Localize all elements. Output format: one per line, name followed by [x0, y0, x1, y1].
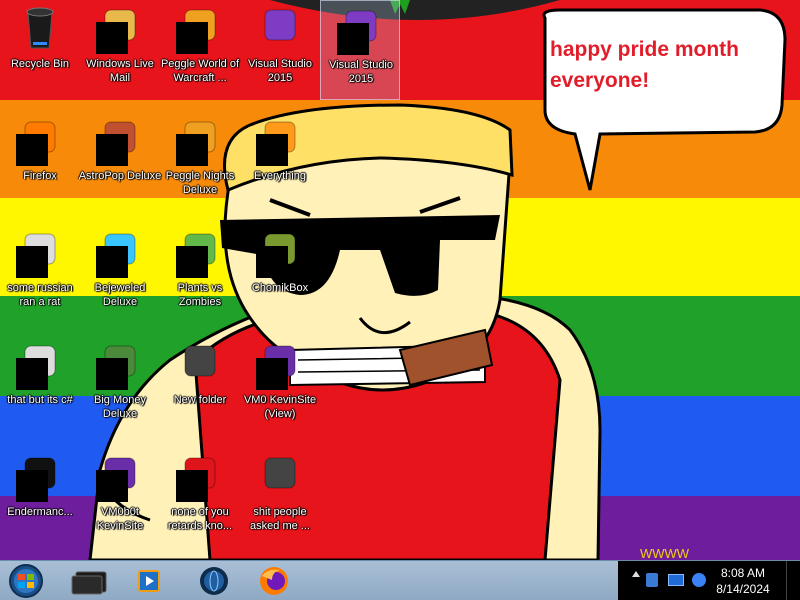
firefox-icon [260, 567, 288, 595]
desktop-icon-label: Firefox [23, 170, 57, 182]
show-hidden-icons-arrow-icon[interactable] [632, 571, 640, 577]
desktop-icon-label: Plants vs Zombies [177, 282, 223, 308]
desktop-icon-label: none of you retards kno... [167, 506, 233, 532]
desktop-icon[interactable]: shit people asked me ... [240, 448, 320, 548]
desktop-icon[interactable]: Firefox [0, 112, 80, 212]
desktop-icon[interactable]: none of you retards kno... [160, 448, 240, 548]
redaction-box [176, 22, 208, 54]
folder-icon [181, 342, 219, 380]
redaction-box [96, 358, 128, 390]
desktop-icon-label: that but its c# [7, 394, 73, 406]
desktop-icon[interactable]: ChomikBox [240, 224, 320, 324]
desktop-icon[interactable]: VM0 KevinSite (View) [240, 336, 320, 436]
redaction-box [16, 470, 48, 502]
desktop-icon-label: Recycle Bin [10, 58, 70, 70]
redaction-box [96, 134, 128, 166]
redaction-box [16, 358, 48, 390]
desktop-icon[interactable]: Endermanc... [0, 448, 80, 548]
desktop-icon[interactable]: Peggle Nights Deluxe [160, 112, 240, 212]
redaction-box [96, 246, 128, 278]
desktop-icon-label: Everything [254, 170, 306, 182]
desktop-icon-label: Big Money Deluxe [94, 394, 146, 420]
clock[interactable]: 8:08 AM 8/14/2024 [708, 565, 778, 597]
tray-app-icon[interactable] [646, 573, 658, 587]
desktop-icon-label: AstroPop Deluxe [78, 170, 162, 182]
redaction-box [96, 22, 128, 54]
desktop-icon-label: VM0b0t KevinSite [96, 506, 144, 532]
globe-icon [200, 567, 228, 595]
taskbar-explorer-button[interactable] [62, 564, 118, 598]
taskbar-app-button[interactable] [186, 564, 242, 598]
system-tray: 8:08 AM 8/14/2024 [618, 561, 800, 600]
desktop-icon[interactable]: Visual Studio 2015 [320, 0, 400, 100]
desktop-icon-label: New folder [173, 394, 227, 406]
redaction-box [16, 134, 48, 166]
desktop-icon[interactable]: Visual Studio 2015 [240, 0, 320, 100]
redaction-box [176, 134, 208, 166]
desktop-icon[interactable]: Bejeweled Deluxe [80, 224, 160, 324]
window-icon [71, 571, 107, 595]
speaker-icon[interactable] [692, 573, 706, 587]
desktop-icon[interactable]: Big Money Deluxe [80, 336, 160, 436]
desktop-icon-label: Peggle Nights Deluxe [165, 170, 235, 196]
desktop-icon[interactable]: that but its c# [0, 336, 80, 436]
taskbar: 8:08 AM 8/14/2024 [0, 560, 800, 600]
redaction-box [176, 246, 208, 278]
desktop-icon-label: Endermanc... [7, 506, 73, 518]
redaction-box [337, 23, 369, 55]
desktop-icon[interactable]: VM0b0t KevinSite [80, 448, 160, 548]
desktop-icon-label: ChomikBox [251, 282, 309, 294]
desktop-icon-label: VM0 KevinSite (View) [243, 394, 317, 420]
desktop-icon[interactable]: Everything [240, 112, 320, 212]
desktop-icon-label: some russian ran a rat [7, 282, 73, 308]
network-icon[interactable] [668, 574, 684, 586]
taskbar-firefox-button[interactable] [246, 564, 302, 598]
desktop-icon-label: Bejeweled Deluxe [94, 282, 146, 308]
desktop-icon[interactable]: New folder [160, 336, 240, 436]
media-player-icon [138, 570, 160, 592]
show-desktop-button[interactable] [786, 561, 800, 600]
redaction-box [16, 246, 48, 278]
taskbar-media-player-button[interactable] [122, 564, 178, 598]
redaction-box [256, 134, 288, 166]
svg-text:WWWW: WWWW [640, 546, 690, 560]
recycle-bin-icon [21, 6, 59, 49]
clock-time: 8:08 AM [720, 566, 766, 580]
start-button[interactable] [4, 562, 48, 600]
clock-date: 8/14/2024 [716, 582, 770, 596]
folder-icon [261, 454, 299, 492]
redaction-box [96, 470, 128, 502]
desktop-icon[interactable]: some russian ran a rat [0, 224, 80, 324]
desktop-icon-label: Visual Studio 2015 [328, 59, 393, 85]
visual-studio-icon [261, 6, 299, 44]
desktop-icon[interactable]: Windows Live Mail [80, 0, 160, 100]
desktop-icon[interactable]: AstroPop Deluxe [78, 112, 162, 212]
desktop-icon[interactable]: Recycle Bin [0, 0, 80, 100]
redaction-box [176, 470, 208, 502]
speech-bubble-text: happy pride month everyone! [550, 38, 739, 92]
redaction-box [256, 358, 288, 390]
desktop-icon-label: Peggle World of Warcraft ... [160, 58, 240, 84]
desktop-icon-label: shit people asked me ... [250, 506, 310, 532]
desktop-icon[interactable]: Plants vs Zombies [160, 224, 240, 324]
desktop-icon-label: Windows Live Mail [86, 58, 154, 84]
desktop-icon-label: Visual Studio 2015 [247, 58, 312, 84]
desktop-icon[interactable]: Peggle World of Warcraft ... [160, 0, 240, 100]
redaction-box [256, 246, 288, 278]
